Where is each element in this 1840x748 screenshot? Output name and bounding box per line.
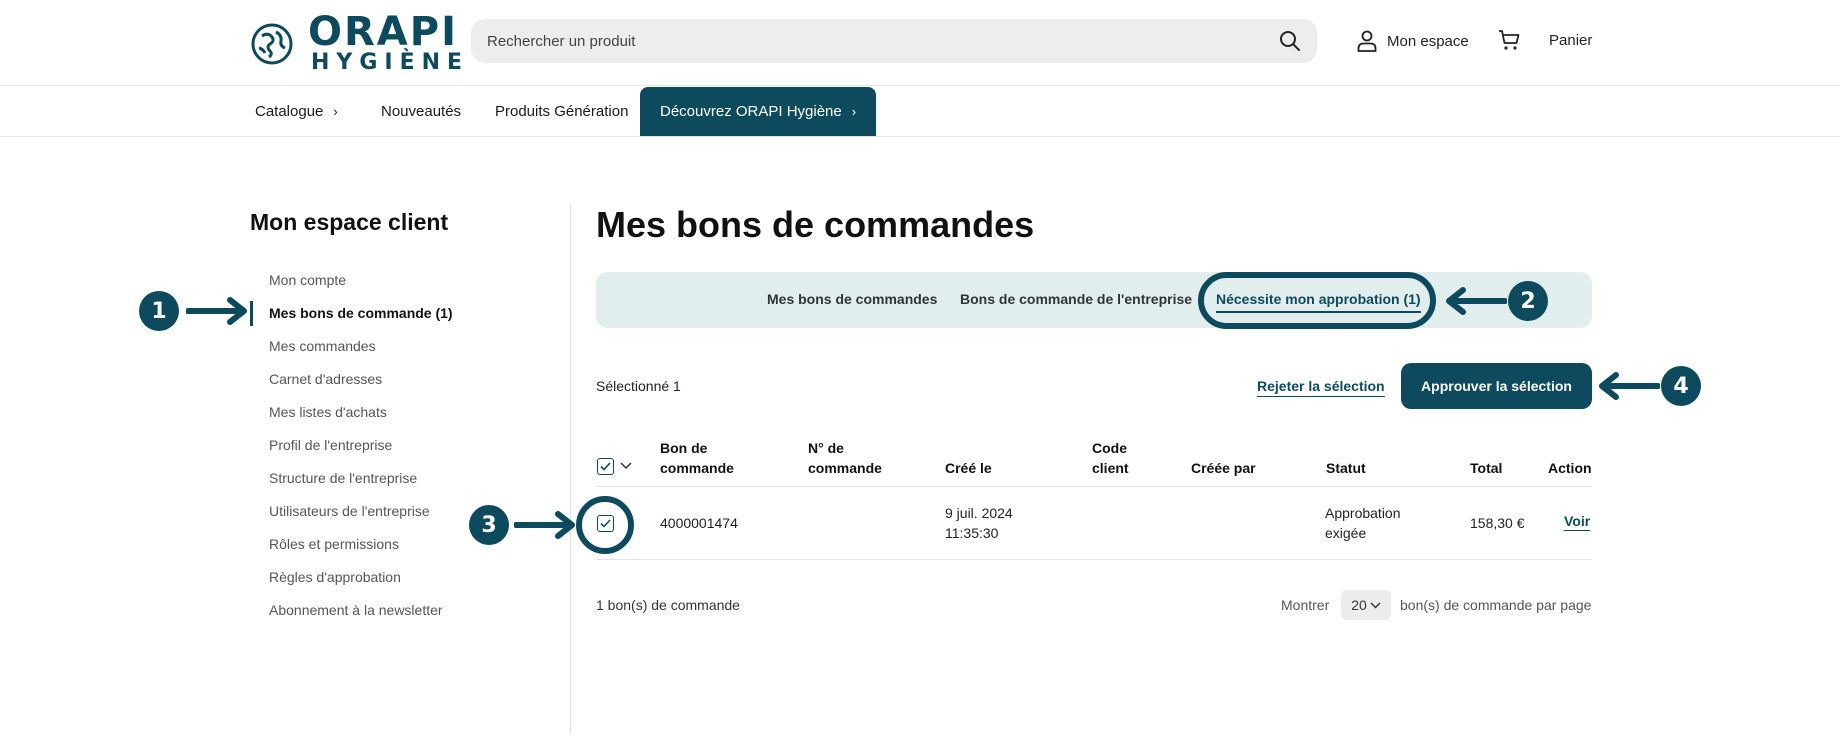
nav-item-label: Découvrez ORAPI Hygiène — [660, 103, 842, 120]
sidebar-menu: Mon compte Mes bons de commande (1) Mes … — [250, 264, 540, 627]
orapi-logo[interactable]: ORAPI HYGIÈNE — [250, 10, 462, 75]
check-icon — [600, 462, 611, 471]
nav-item-label: Catalogue — [255, 102, 324, 120]
arrow-right-icon — [514, 511, 575, 539]
sidebar-item-structure-entreprise[interactable]: Structure de l'entreprise — [250, 462, 540, 495]
reject-selection-link[interactable]: Rejeter la sélection — [1257, 378, 1385, 397]
column-header-total: Total — [1470, 460, 1503, 476]
cell-total: 158,30 € — [1470, 515, 1525, 531]
select-all-checkbox[interactable] — [597, 458, 614, 475]
column-header-created: Créé le — [945, 460, 992, 476]
column-header-text: commande — [660, 460, 734, 476]
chevron-down-icon[interactable] — [620, 462, 632, 470]
chevron-right-icon: › — [333, 103, 338, 119]
sidebar-item-profil-entreprise[interactable]: Profil de l'entreprise — [250, 429, 540, 462]
per-page-show-label: Montrer — [1281, 597, 1330, 613]
per-page-select[interactable]: 20 — [1341, 590, 1391, 620]
cell-status-text: Approbation — [1325, 505, 1401, 521]
table-row-divider — [596, 559, 1592, 560]
arrow-left-icon — [1599, 372, 1660, 400]
column-header-text: N° de — [808, 440, 844, 456]
approve-selection-button[interactable]: Approuver la sélection — [1401, 363, 1592, 409]
cell-time: 11:35:30 — [945, 525, 999, 541]
sidebar-item-mon-compte[interactable]: Mon compte — [250, 264, 540, 297]
view-order-link[interactable]: Voir — [1564, 513, 1591, 531]
sidebar-divider — [570, 204, 571, 734]
chevron-right-icon: › — [851, 104, 857, 119]
annotation-badge-3: 3 — [469, 505, 509, 545]
column-header-text: commande — [808, 460, 882, 476]
sidebar-item-newsletter[interactable]: Abonnement à la newsletter — [250, 594, 540, 627]
column-header-code-client: Code client — [1092, 438, 1129, 478]
cell-status-text: exigée — [1325, 525, 1367, 541]
nav-item-label: Produits Génération — [495, 102, 629, 120]
cart-label[interactable]: Panier — [1549, 32, 1592, 49]
site-header: ORAPI HYGIÈNE Mon espace Panier — [0, 0, 1840, 86]
main-nav: Catalogue › Nouveautés Produits Générati… — [0, 86, 1840, 137]
table-header-divider — [596, 486, 1592, 487]
chevron-down-icon — [1370, 602, 1381, 608]
result-count: 1 bon(s) de commande — [596, 597, 740, 613]
sidebar-item-listes-achats[interactable]: Mes listes d'achats — [250, 396, 540, 429]
account-link[interactable]: Mon espace — [1357, 26, 1469, 56]
cell-status: Approbation exigée — [1325, 503, 1401, 543]
arrow-left-icon — [1446, 287, 1507, 315]
column-header-text: client — [1092, 460, 1129, 476]
nav-item-nouveautes[interactable]: Nouveautés — [381, 86, 461, 136]
sidebar-item-adresses[interactable]: Carnet d'adresses — [250, 363, 540, 396]
nav-item-produits-generation[interactable]: Produits Génération — [495, 86, 628, 136]
annotation-highlight-tab — [1198, 272, 1436, 329]
tab-mes-bons[interactable]: Mes bons de commandes — [767, 291, 937, 307]
column-header-numero: N° de commande — [808, 438, 882, 478]
arrow-right-icon — [186, 297, 247, 325]
nav-item-catalogue[interactable]: Catalogue › — [255, 86, 338, 136]
page-title: Mes bons de commandes — [596, 204, 1035, 245]
sidebar-item-commandes[interactable]: Mes commandes — [250, 330, 540, 363]
column-header-created-by: Créée par — [1191, 460, 1256, 476]
cart-icon[interactable] — [1498, 28, 1522, 52]
per-page-value: 20 — [1351, 597, 1367, 613]
search-icon[interactable] — [1279, 30, 1301, 52]
sidebar-title: Mon espace client — [250, 209, 449, 235]
logo-text-hygiene: HYGIÈNE — [311, 50, 470, 75]
nav-item-label: Nouveautés — [381, 102, 462, 120]
user-icon — [1357, 30, 1377, 52]
column-header-text: Code — [1092, 440, 1127, 456]
cell-date: 9 juil. 2024 — [945, 505, 1013, 521]
nav-item-decouvrez[interactable]: Découvrez ORAPI Hygiène › — [640, 87, 877, 136]
logo-text-orapi: ORAPI — [308, 9, 458, 55]
search-input[interactable] — [487, 19, 1247, 63]
per-page-label: bon(s) de commande par page — [1400, 597, 1592, 613]
column-header-action: Action — [1548, 460, 1592, 476]
column-header-po: Bon de commande — [660, 438, 734, 478]
search-bar — [471, 19, 1317, 63]
annotation-badge-1: 1 — [139, 291, 179, 331]
account-label: Mon espace — [1387, 32, 1469, 50]
selected-count: Sélectionné 1 — [596, 378, 681, 394]
cell-po-number: 4000001474 — [660, 515, 738, 531]
globe-icon — [251, 23, 293, 65]
annotation-highlight-checkbox — [576, 496, 634, 554]
annotation-badge-4: 4 — [1661, 366, 1701, 406]
annotation-badge-2: 2 — [1508, 281, 1548, 321]
sidebar-item-regles-approbation[interactable]: Règles d'approbation — [250, 561, 540, 594]
tab-bons-entreprise[interactable]: Bons de commande de l'entreprise — [960, 291, 1192, 307]
sidebar-item-bons-de-commande[interactable]: Mes bons de commande (1) — [250, 297, 540, 330]
cell-created-date: 9 juil. 2024 11:35:30 — [945, 503, 1013, 543]
column-header-text: Bon de — [660, 440, 708, 456]
column-header-status: Statut — [1326, 460, 1366, 476]
